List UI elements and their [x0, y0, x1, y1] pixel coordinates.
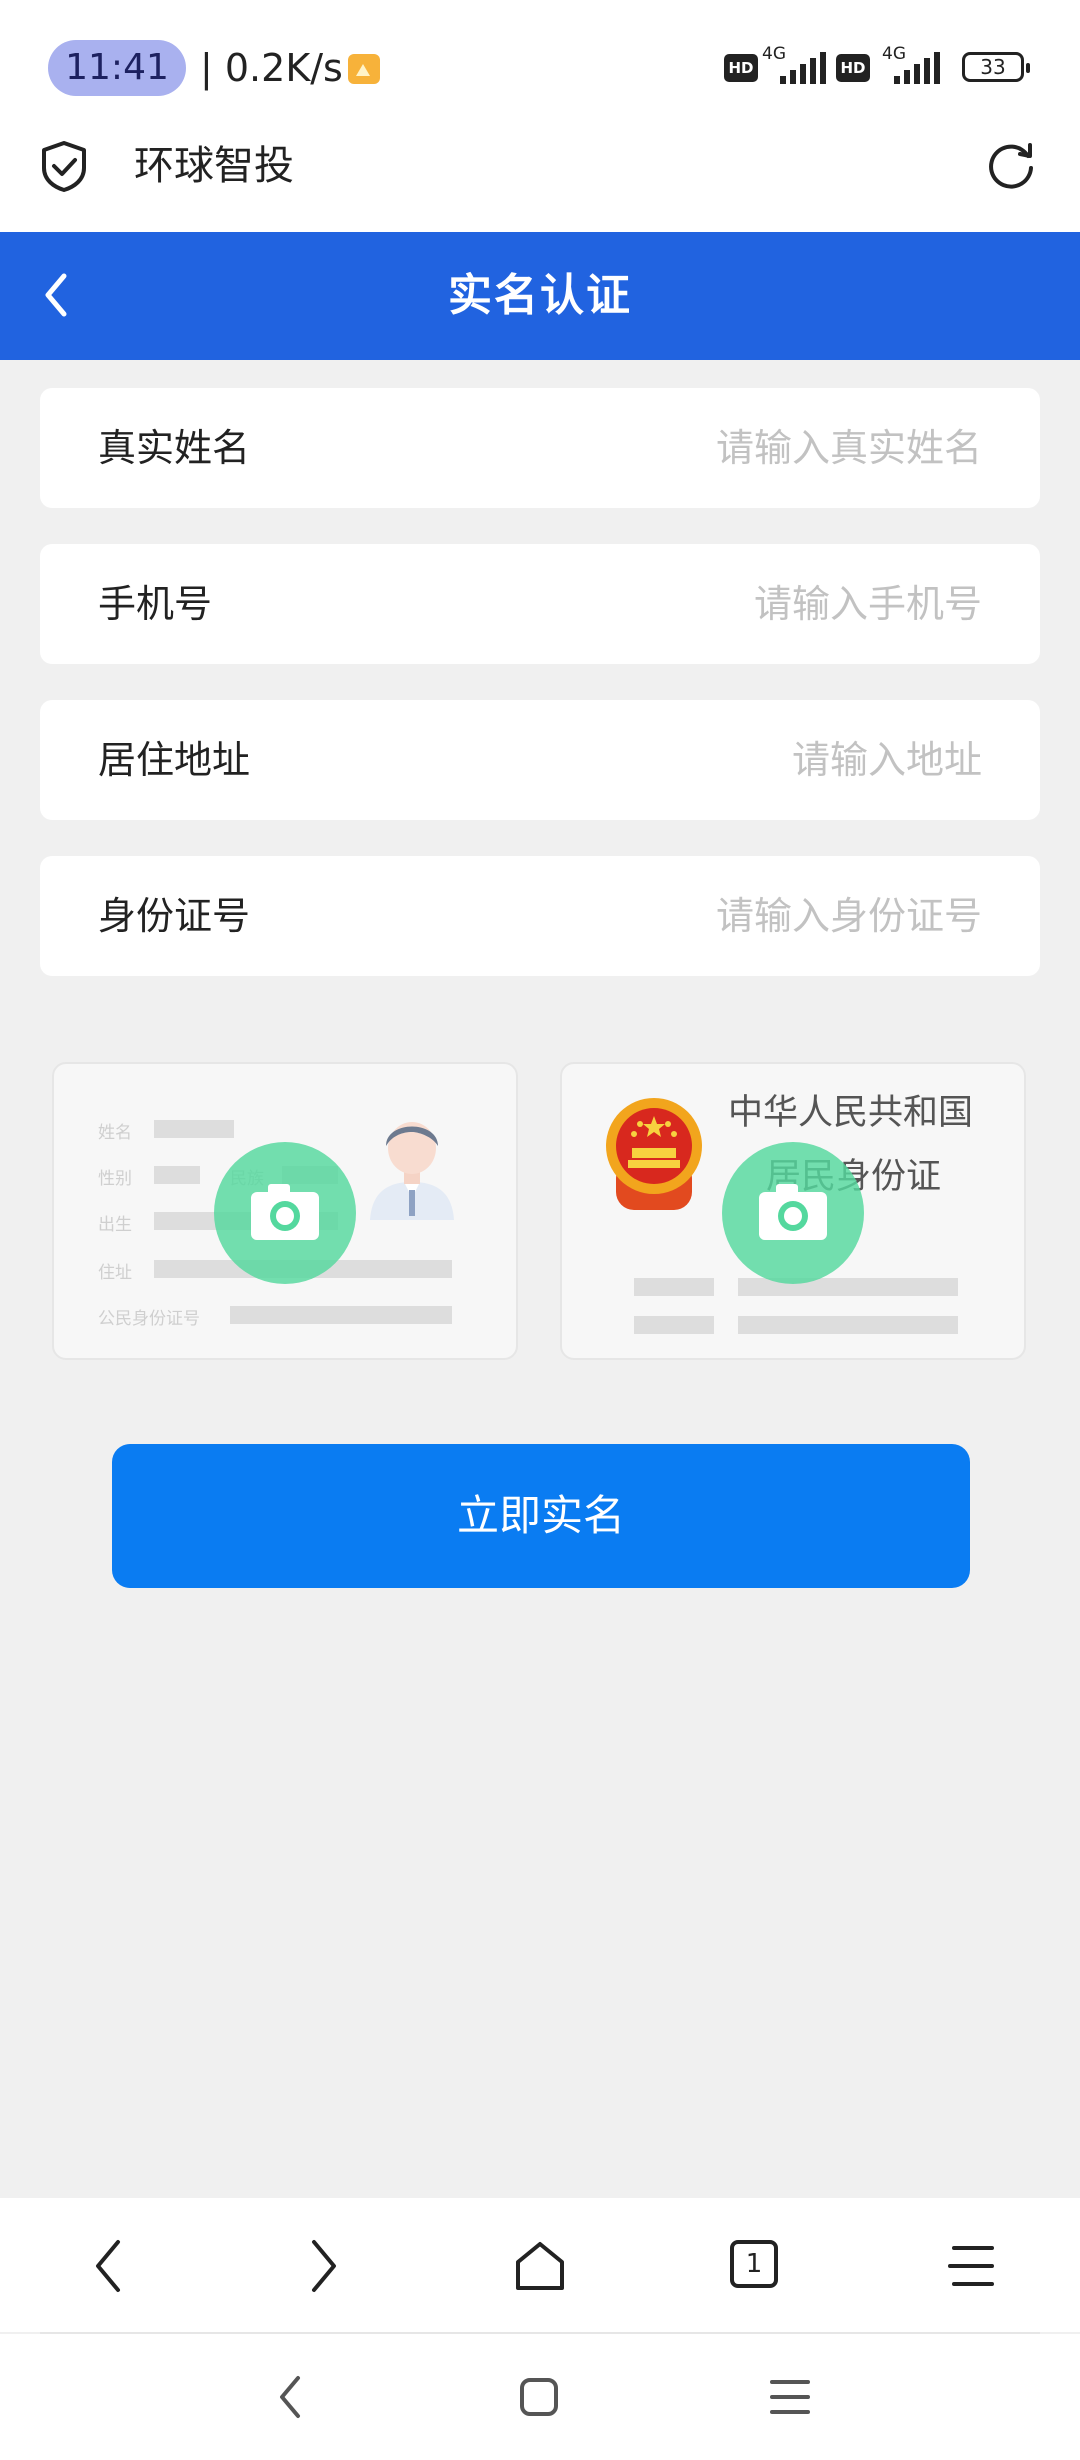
system-recents-icon[interactable] [768, 2376, 812, 2418]
back-icon[interactable] [88, 2236, 128, 2296]
id-number-label: 身份证号 [98, 894, 251, 938]
national-emblem-icon [606, 1098, 702, 1210]
id-front-placeholder-bar [230, 1306, 452, 1324]
tabs-icon[interactable]: 1 [730, 2240, 778, 2288]
shield-check-icon[interactable] [40, 140, 88, 192]
phone-field[interactable]: 手机号 [40, 544, 1040, 664]
real-name-input[interactable] [462, 418, 982, 478]
signal-icon-sim1 [776, 52, 826, 84]
address-label: 居住地址 [98, 738, 251, 782]
gallery-notification-icon [348, 54, 380, 84]
id-front-label-idnumber: 公民身份证号 [98, 1309, 200, 1329]
system-home-icon[interactable] [518, 2376, 560, 2418]
phone-label: 手机号 [98, 582, 213, 626]
network-speed: | 0.2K/s [200, 46, 343, 90]
id-card-back-upload[interactable]: 中华人民共和国 居民身份证 [560, 1062, 1026, 1360]
menu-icon[interactable] [946, 2240, 998, 2292]
signal-icon-sim2 [890, 52, 940, 84]
refresh-icon[interactable] [984, 138, 1038, 192]
hd-badge-sim1: HD [724, 54, 758, 82]
hd-badge-sim2: HD [836, 54, 870, 82]
page-title: 实名认证 [448, 270, 632, 321]
system-back-icon[interactable] [272, 2372, 308, 2422]
phone-input[interactable] [462, 574, 982, 634]
status-bar: 11:41 | 0.2K/s HD 4G HD 4G 33 [0, 0, 1080, 130]
real-name-label: 真实姓名 [98, 426, 251, 470]
address-field[interactable]: 居住地址 [40, 700, 1040, 820]
battery-icon: 33 [962, 52, 1030, 82]
id-back-placeholder-bar [634, 1316, 714, 1334]
id-front-placeholder-bar [154, 1166, 200, 1184]
forward-icon[interactable] [304, 2236, 344, 2296]
id-number-input[interactable] [462, 886, 982, 946]
address-input[interactable] [462, 730, 982, 790]
id-back-placeholder-bar [738, 1316, 958, 1334]
id-front-label-gender: 性别 [98, 1169, 132, 1189]
id-front-placeholder-bar [154, 1120, 234, 1138]
home-icon[interactable] [512, 2238, 568, 2294]
status-time: 11:41 [48, 40, 186, 96]
id-card-front-upload[interactable]: 姓名 性别 民族 出生 住址 公民身份证号 [52, 1062, 518, 1360]
person-avatar-icon [370, 1122, 454, 1220]
app-title: 环球智投 [134, 143, 294, 189]
id-back-placeholder-bar [634, 1278, 714, 1296]
id-number-field[interactable]: 身份证号 [40, 856, 1040, 976]
camera-icon[interactable] [214, 1142, 356, 1284]
id-front-label-name: 姓名 [98, 1123, 132, 1143]
id-front-label-birth: 出生 [98, 1215, 132, 1235]
id-back-title-country: 中华人民共和国 [728, 1093, 974, 1133]
id-front-label-address: 住址 [98, 1263, 132, 1283]
submit-verification-button[interactable]: 立即实名 [112, 1444, 970, 1588]
real-name-field[interactable]: 真实姓名 [40, 388, 1040, 508]
camera-icon[interactable] [722, 1142, 864, 1284]
